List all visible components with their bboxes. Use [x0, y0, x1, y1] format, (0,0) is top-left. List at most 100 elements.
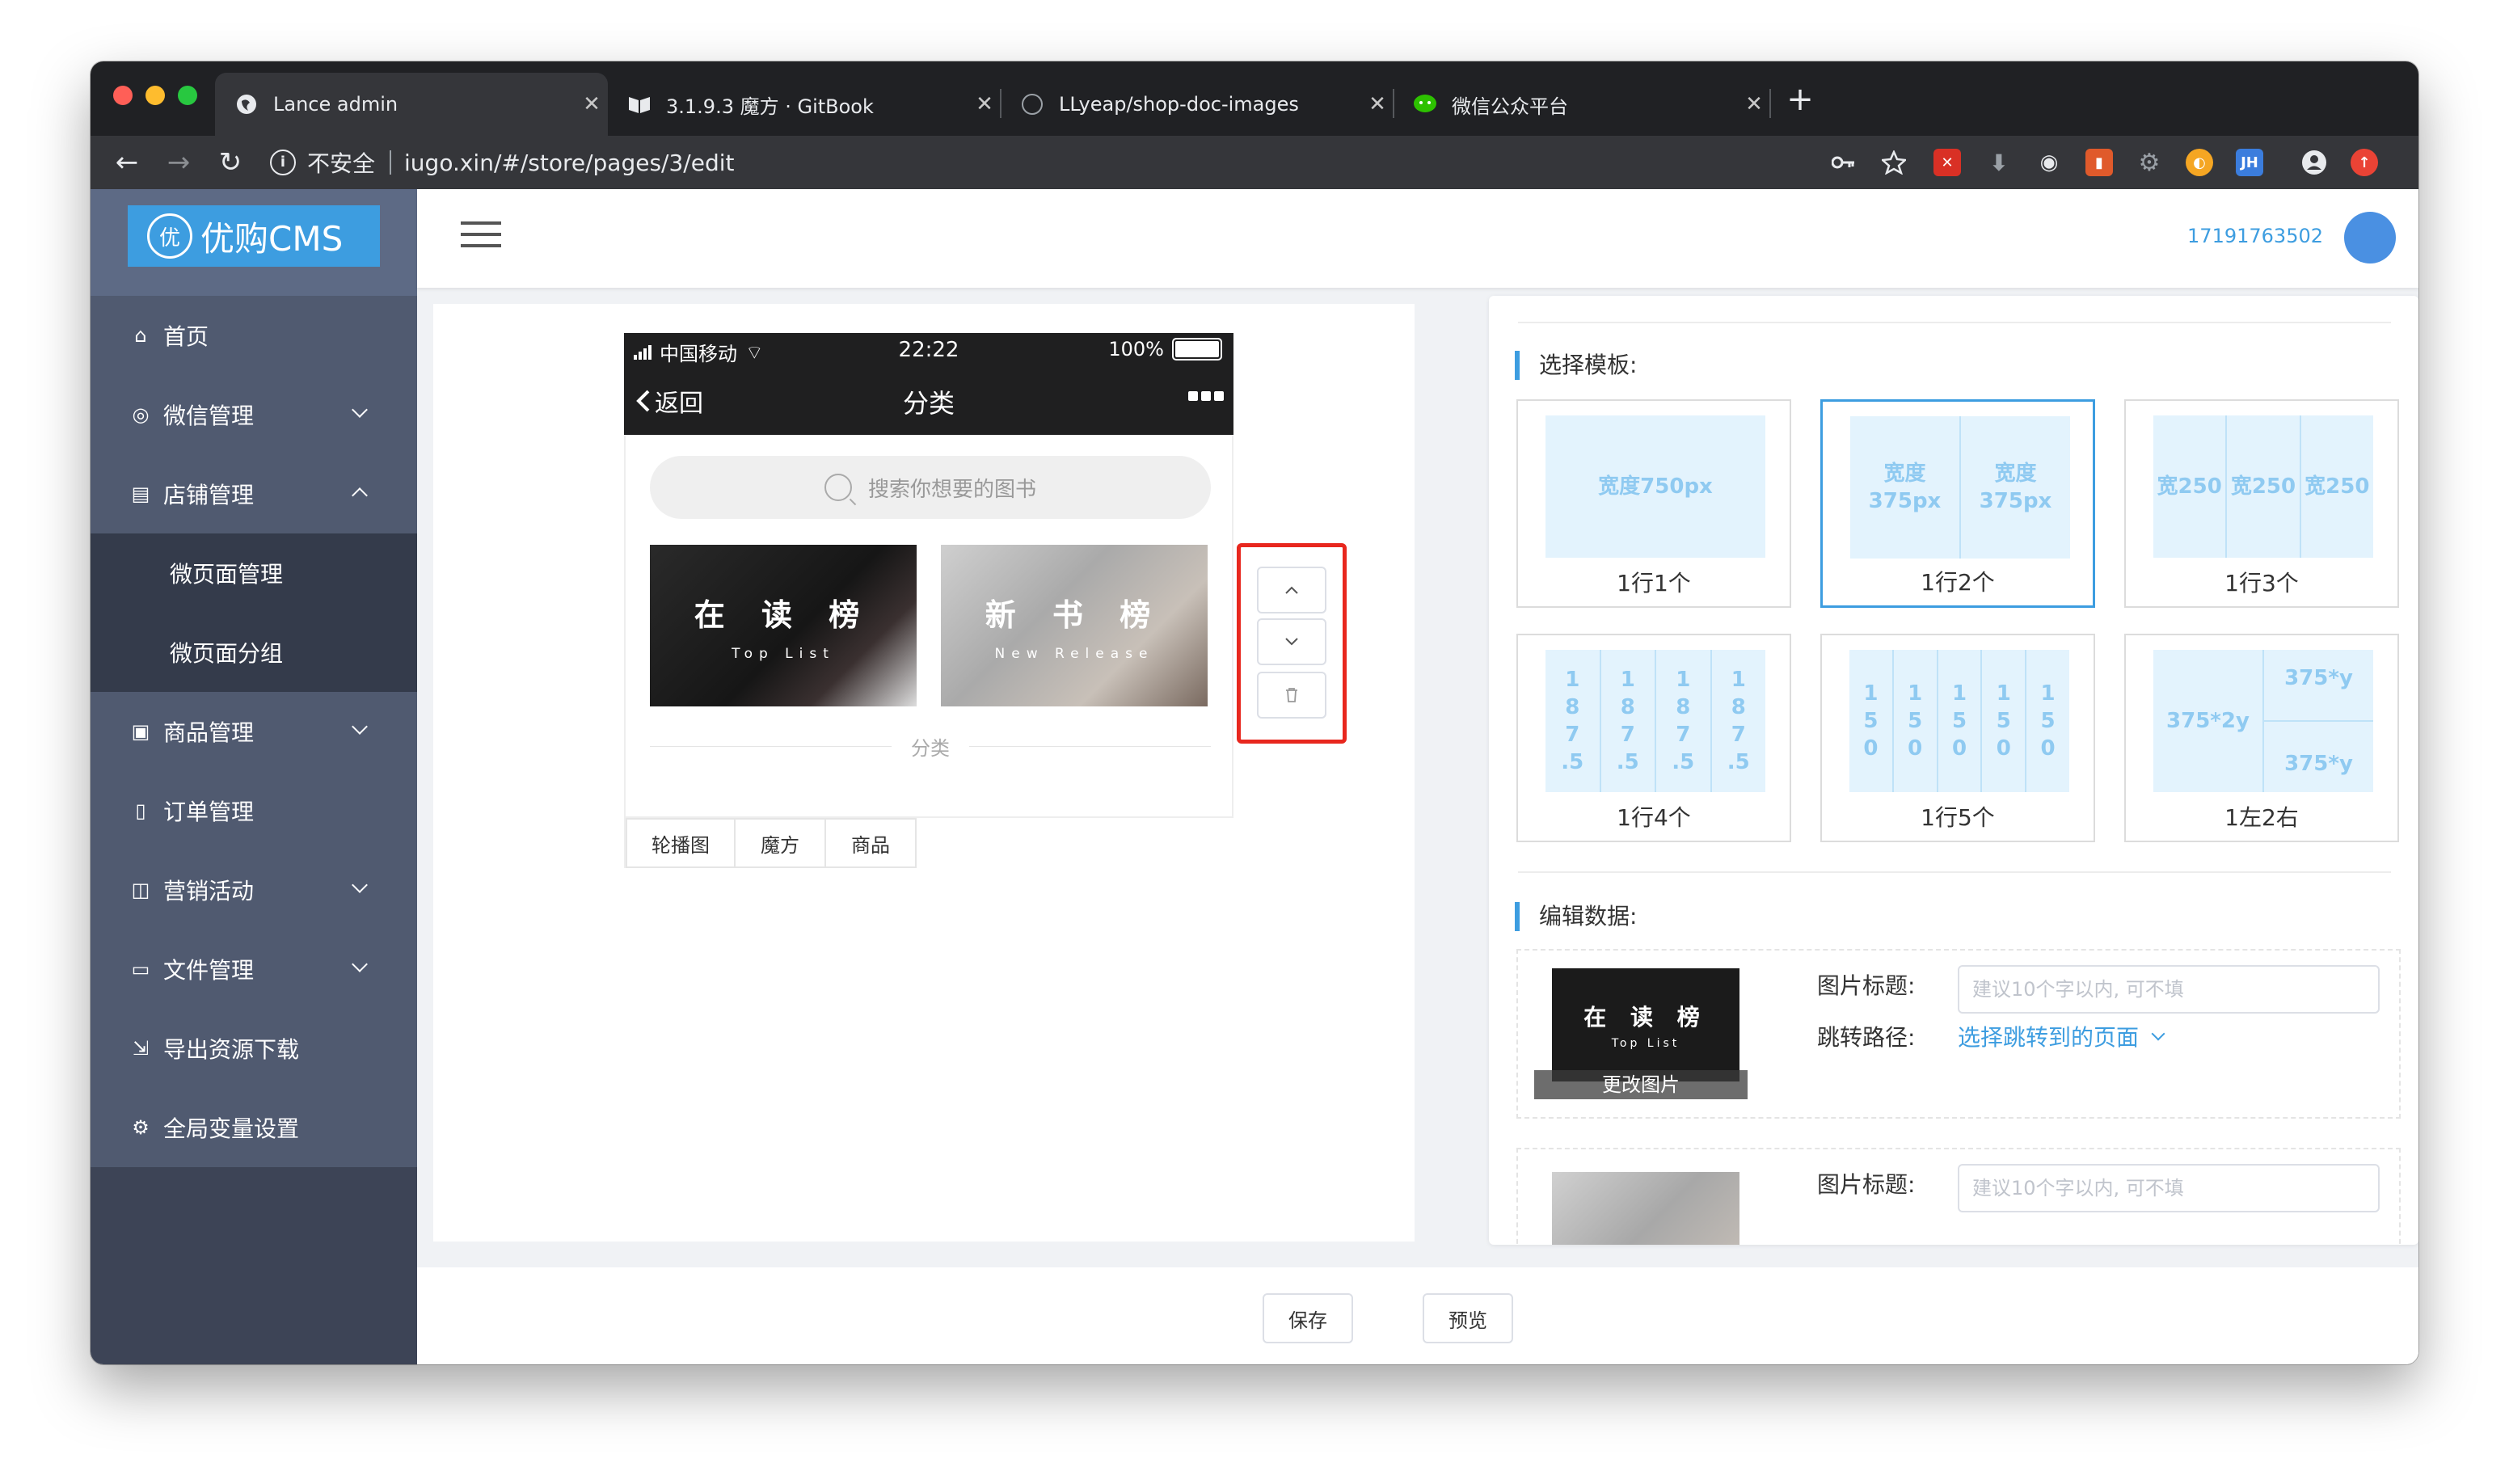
save-button[interactable]: 保存: [1263, 1293, 1353, 1343]
sidebar-item-files[interactable]: ▭ 文件管理: [91, 930, 417, 1009]
download-extension-icon[interactable]: ⬇: [1985, 149, 2013, 176]
more-icon[interactable]: [1185, 391, 1224, 401]
template-1x2[interactable]: 宽度 375px 宽度 375px 1行2个: [1820, 399, 2095, 608]
action-footer: 保存 预览: [417, 1267, 2418, 1364]
template-1-left-2-right[interactable]: 375*2y 375*y 375*y 1左2右: [2124, 634, 2399, 842]
url-text: iugo.xin/#/store/pages/3/edit: [404, 149, 735, 176]
template-1x5[interactable]: 1 5 0 1 5 0 1 5 0 1 5 0 1 5 0 1行5个: [1820, 634, 2095, 842]
editor-top-rule: [1518, 322, 2391, 323]
office-extension-icon[interactable]: ▮: [2085, 149, 2113, 176]
template-1x3[interactable]: 宽250 宽250 宽250 1行3个: [2124, 399, 2399, 608]
gear-extension-icon[interactable]: ⚙: [2136, 149, 2163, 177]
tab-close-icon[interactable]: ✕: [576, 92, 608, 116]
delete-button[interactable]: [1257, 672, 1326, 719]
cube-image-new-release[interactable]: 新 书 榜 New Release: [941, 545, 1208, 706]
tab-close-icon[interactable]: ✕: [968, 92, 1001, 116]
chevron-down-icon: [2151, 1027, 2165, 1041]
avatar[interactable]: [2344, 212, 2396, 263]
template-label: 1左2右: [2224, 804, 2299, 831]
jh-extension-icon[interactable]: JH: [2236, 149, 2263, 176]
phone-search-box[interactable]: 搜索你想要的图书: [650, 456, 1211, 519]
order-icon: ▯: [135, 799, 146, 822]
tab-strip: Lance admin ✕ 3.1.9.3 魔方 · GitBook ✕ LLy…: [91, 61, 2418, 136]
tab-cube[interactable]: 魔方: [734, 818, 826, 868]
orange-extension-icon[interactable]: ◐: [2186, 149, 2213, 176]
sidebar-item-label: 商品管理: [163, 719, 255, 746]
address-bar[interactable]: i 不安全 iugo.xin/#/store/pages/3/edit: [270, 141, 2000, 184]
info-icon[interactable]: i: [270, 150, 296, 175]
github-icon: [1020, 92, 1044, 116]
sidebar-item-global-vars[interactable]: ⚙ 全局变量设置: [91, 1088, 417, 1167]
template-1x4[interactable]: 1 8 7 .5 1 8 7 .5 1 8 7 .5 1 8 7 .5 1行4个: [1516, 634, 1791, 842]
sidebar-item-label: 首页: [163, 323, 209, 350]
data-entry: 图片标题: 建议10个字以内, 可不填: [1516, 1148, 2401, 1245]
move-down-button[interactable]: [1257, 618, 1326, 665]
logo-area: 优 优购CMS: [91, 189, 417, 296]
tab-goods[interactable]: 商品: [824, 818, 917, 868]
thumb-subtitle: Top List: [1611, 1037, 1680, 1050]
chat-extension-icon[interactable]: ◉: [2035, 149, 2063, 176]
shield-extension-icon[interactable]: ✕: [1933, 149, 1961, 176]
change-image-button[interactable]: 更改图片: [1534, 1070, 1748, 1099]
tab-gitbook[interactable]: 3.1.9.3 魔方 · GitBook ✕: [608, 73, 1001, 136]
key-icon[interactable]: [1830, 149, 1858, 176]
editor-panel: 选择模板: 宽度750px 1行1个 宽度 375px 宽度 375px 1行2…: [1489, 296, 2418, 1245]
preview-button[interactable]: 预览: [1423, 1293, 1513, 1343]
template-cell: 1 5 0: [2025, 650, 2069, 792]
chevron-down-icon: [352, 877, 368, 893]
tab-lance-admin[interactable]: Lance admin ✕: [215, 73, 608, 136]
brand-logo[interactable]: 优 优购CMS: [128, 205, 380, 267]
profile-icon[interactable]: [2300, 149, 2328, 176]
tab-carousel[interactable]: 轮播图: [626, 818, 736, 868]
link-path-select[interactable]: 选择跳转到的页面: [1958, 1020, 2165, 1052]
template-label: 1行2个: [1921, 569, 1995, 596]
sidebar-item-micro-pages[interactable]: 微页面管理: [91, 533, 417, 613]
editor-mid-rule: [1518, 871, 2391, 873]
bookmark-star-icon[interactable]: [1880, 149, 1908, 176]
close-window-button[interactable]: [113, 86, 133, 105]
back-button[interactable]: ←: [107, 142, 147, 183]
maximize-window-button[interactable]: [178, 86, 197, 105]
reload-button[interactable]: ↻: [210, 142, 251, 183]
phone-page-title: 分类: [902, 388, 955, 419]
image-title-label: 图片标题:: [1817, 1171, 1916, 1198]
template-cell: 宽度 375px: [1868, 462, 1942, 513]
sidebar-item-home[interactable]: ⌂ 首页: [91, 296, 417, 375]
sidebar-item-page-groups[interactable]: 微页面分组: [91, 613, 417, 692]
sidebar: 优 优购CMS ⌂ 首页 ◎ 微信管理 ▤ 店铺管理 微页面管理 微页面分组 ▣…: [91, 189, 417, 1364]
move-up-button[interactable]: [1257, 567, 1326, 613]
image-title-input[interactable]: 建议10个字以内, 可不填: [1958, 1164, 2380, 1212]
sidebar-item-label: 微信管理: [163, 403, 255, 429]
chevron-down-icon: [352, 402, 368, 418]
template-cell: 1 5 0: [1936, 650, 1981, 792]
entry-thumbnail: 在 读 榜 Top List: [1552, 968, 1739, 1081]
wechat-icon: [1413, 92, 1437, 116]
phone-mockup: 中国移动 ⌔ 22:22 100% 返回 分类 搜索你想要的图书 在 读 榜 T…: [624, 333, 1233, 868]
sidebar-item-export[interactable]: ⇲ 导出资源下载: [91, 1009, 417, 1088]
sidebar-item-label: 微页面管理: [170, 561, 284, 588]
tab-close-icon[interactable]: ✕: [1361, 92, 1394, 116]
minimize-window-button[interactable]: [145, 86, 165, 105]
new-tab-button[interactable]: +: [1780, 79, 1820, 120]
update-icon[interactable]: ↑: [2351, 149, 2378, 176]
sidebar-item-marketing[interactable]: ◫ 营销活动: [91, 850, 417, 930]
app-root: 优 优购CMS ⌂ 首页 ◎ 微信管理 ▤ 店铺管理 微页面管理 微页面分组 ▣…: [91, 189, 2418, 1364]
bag-icon: ▣: [131, 720, 150, 743]
sidebar-item-products[interactable]: ▣ 商品管理: [91, 692, 417, 771]
wechat-menu-icon: ◎: [132, 403, 150, 426]
forward-button[interactable]: →: [158, 142, 199, 183]
sidebar-item-store[interactable]: ▤ 店铺管理: [91, 454, 417, 533]
menu-toggle-icon[interactable]: [461, 221, 501, 254]
sidebar-item-wechat[interactable]: ◎ 微信管理: [91, 375, 417, 454]
tab-close-icon[interactable]: ✕: [1738, 92, 1770, 116]
data-section-title: 编辑数据:: [1515, 902, 1637, 931]
template-1x1[interactable]: 宽度750px 1行1个: [1516, 399, 1791, 608]
tab-wechat[interactable]: 微信公众平台 ✕: [1394, 73, 1771, 136]
cube-image-top-list[interactable]: 在 读 榜 Top List: [650, 545, 917, 706]
user-id[interactable]: 17191763502: [2187, 225, 2323, 247]
sidebar-item-orders[interactable]: ▯ 订单管理: [91, 771, 417, 850]
logo-text: 优购CMS: [200, 218, 344, 259]
tab-github[interactable]: LLyeap/shop-doc-images ✕: [1001, 73, 1394, 136]
section-divider: 分类: [650, 734, 1211, 760]
image-title-input[interactable]: 建议10个字以内, 可不填: [1958, 965, 2380, 1014]
